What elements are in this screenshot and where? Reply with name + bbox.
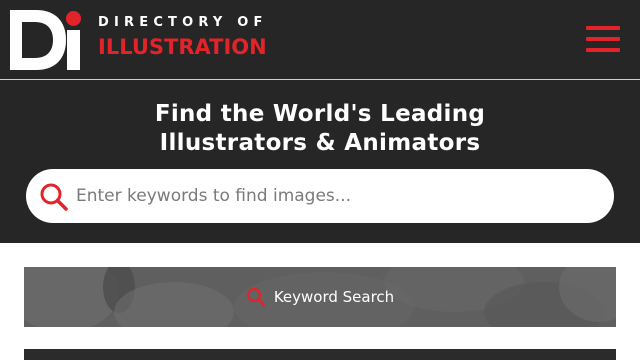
directory-of-illustration-logo[interactable] xyxy=(10,10,82,70)
search-box[interactable] xyxy=(26,169,614,223)
hamburger-menu-icon[interactable] xyxy=(586,26,620,52)
logo-name-top: DIRECTORY OF xyxy=(98,15,268,30)
site-header: DIRECTORY OF ILLUSTRATION xyxy=(0,0,640,80)
search-icon xyxy=(246,287,266,307)
logo-name-bottom: ILLUSTRATION xyxy=(98,35,267,59)
keyword-search-label: Keyword Search xyxy=(273,288,395,306)
hero-title-line-2: Illustrators & Animators xyxy=(159,130,481,156)
logo-wordmark[interactable]: DIRECTORY OF ILLUSTRATION xyxy=(98,15,268,60)
hero-section: Find the World's Leading Illustrators & … xyxy=(0,80,640,243)
keyword-search-button[interactable]: Keyword Search xyxy=(24,267,616,327)
search-input[interactable] xyxy=(76,169,596,223)
hero-title-line-1: Find the World's Leading xyxy=(154,101,486,127)
hero-title: Find the World's Leading Illustrators & … xyxy=(0,100,640,158)
keyword-search-content: Keyword Search xyxy=(24,267,616,327)
featured-image-strip xyxy=(24,349,616,360)
search-icon[interactable] xyxy=(39,182,69,212)
